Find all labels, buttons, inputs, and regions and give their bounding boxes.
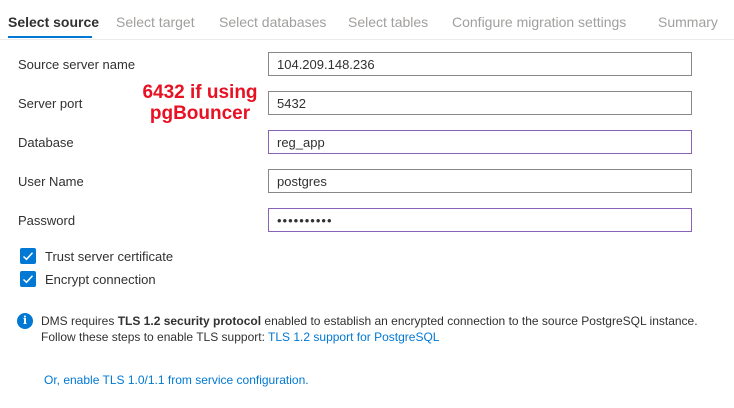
user-name-input[interactable] <box>268 169 692 193</box>
database-input[interactable] <box>268 130 692 154</box>
trust-server-certificate-label: Trust server certificate <box>45 248 174 264</box>
encrypt-connection-row: Encrypt connection <box>20 270 156 288</box>
info-bold: TLS 1.2 security protocol <box>117 314 262 328</box>
enable-tls-link[interactable]: Or, enable TLS 1.0/1.1 from service conf… <box>44 373 309 387</box>
tls-info-text: DMS requires TLS 1.2 security protocol e… <box>41 313 698 345</box>
tab-select-databases[interactable]: Select databases <box>219 14 326 30</box>
tab-summary[interactable]: Summary <box>658 14 718 30</box>
server-port-label: Server port <box>18 96 83 111</box>
active-tab-indicator <box>8 36 92 38</box>
encrypt-connection-label: Encrypt connection <box>45 271 156 287</box>
annotation-line-2: pgBouncer <box>149 103 251 124</box>
wizard-tabs: Select source Select target Select datab… <box>0 0 734 40</box>
tls-support-link[interactable]: TLS 1.2 support for PostgreSQL <box>268 330 439 344</box>
trust-server-certificate-row: Trust server certificate <box>20 247 173 265</box>
info-suffix: enabled to establish an encrypted connec… <box>261 314 698 328</box>
database-label: Database <box>18 135 74 150</box>
checkmark-icon <box>22 275 34 284</box>
tab-select-target[interactable]: Select target <box>116 14 195 30</box>
source-server-name-input[interactable] <box>268 52 692 76</box>
password-label: Password <box>18 213 76 228</box>
annotation-line-1: 6432 if using <box>142 82 258 103</box>
tabs-divider <box>0 39 734 40</box>
source-server-name-label: Source server name <box>18 57 136 72</box>
info-prefix: DMS requires <box>41 314 118 328</box>
info-line2-prefix: Follow these steps to enable TLS support… <box>41 330 269 344</box>
trust-server-certificate-checkbox[interactable] <box>20 248 36 264</box>
encrypt-connection-checkbox[interactable] <box>20 271 36 287</box>
user-name-label: User Name <box>18 174 84 189</box>
info-icon: i <box>17 313 33 329</box>
checkmark-icon <box>22 252 34 261</box>
server-port-input[interactable] <box>268 91 692 115</box>
tab-configure-migration-settings[interactable]: Configure migration settings <box>452 14 626 30</box>
password-input[interactable] <box>268 208 692 232</box>
tab-select-tables[interactable]: Select tables <box>348 14 428 30</box>
tab-select-source[interactable]: Select source <box>8 14 99 30</box>
pgbouncer-port-annotation: 6432 if using pgBouncer <box>140 82 260 124</box>
